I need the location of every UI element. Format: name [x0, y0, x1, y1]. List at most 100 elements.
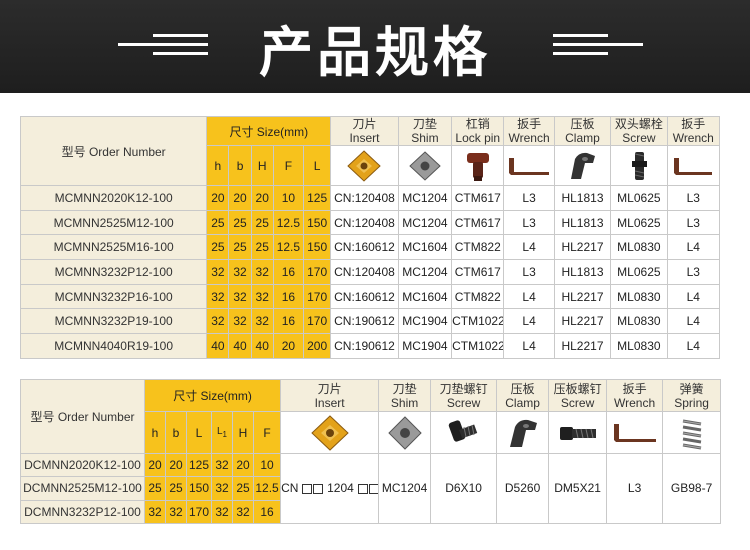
dim-label: b [228, 145, 252, 186]
shim-code: MC1904 [397, 333, 453, 359]
insert-icon [280, 411, 380, 454]
model-code: DCMNN2020K12-100 [20, 452, 145, 478]
wrench-code: L4 [666, 308, 721, 335]
table-row: MCMNN3232P12-100 32 32 32 16 170 CN:120408 MC12… [19, 259, 721, 285]
part-header: 压板螺钉 Screw [548, 379, 608, 412]
wrench-code: L4 [666, 333, 721, 359]
part-cn: 压板螺钉 [553, 381, 602, 396]
part-cn: 刀片 [317, 381, 342, 396]
part-en: Screw [446, 395, 481, 410]
part-header: 双头螺栓 Screw [610, 116, 668, 146]
part-cn: 压板 [510, 381, 535, 396]
shim-code: MC1204 [378, 453, 432, 524]
dim-value: 32 [211, 452, 233, 478]
part-en: Lock pin [455, 131, 501, 145]
insert-mid: 1204 [327, 481, 354, 496]
dim-label: L [186, 411, 212, 454]
dim-value: 32 [206, 259, 230, 285]
clamp-screw-code: DM5X21 [548, 453, 608, 524]
title-banner: 产品规格 [0, 0, 750, 93]
lock-pin-code: CTM822 [451, 234, 505, 261]
clamp-code: HL2217 [553, 333, 612, 359]
dim-value: 200 [302, 333, 332, 359]
part-cn: 压板 [570, 117, 595, 132]
size-header: 尺寸 Size(mm) [143, 379, 282, 412]
part-header: 弹簧 Spring [662, 379, 722, 412]
dim-value: 20 [272, 333, 304, 359]
screw-code: ML0625 [610, 209, 668, 236]
part-en: Insert [314, 395, 345, 410]
dim-value: 25 [250, 209, 274, 236]
wrench-code: L3 [666, 209, 721, 236]
model-code: MCMNN2020K12-100 [19, 185, 208, 211]
dim-value: 20 [250, 185, 274, 211]
table-row: MCMNN2020K12-100 20 20 20 10 125 CN:120408 MC12… [19, 185, 721, 211]
dim-value: 20 [144, 452, 166, 478]
dim-label: F [252, 411, 282, 454]
dim-label: F [272, 145, 304, 186]
dim-value: 32 [250, 259, 274, 285]
insert-code: CN:120408 [330, 209, 399, 236]
dim-value: 16 [272, 283, 304, 310]
dim-value: 32 [206, 308, 230, 335]
dim-value: 20 [165, 452, 187, 478]
screw-code: ML0625 [610, 259, 668, 285]
part-en: Clamp [565, 131, 600, 145]
model-code: MCMNN3232P16-100 [19, 283, 208, 310]
part-cn: 刀垫 [392, 381, 417, 396]
table-row: MCMNN4040R19-100 40 40 40 20 200 CN:190612 MC19… [19, 333, 721, 359]
part-cn: 扳手 [517, 117, 542, 132]
screw-code: ML0830 [610, 283, 668, 310]
wrench-code: L3 [606, 453, 664, 524]
shim-code: MC1904 [397, 308, 453, 335]
screw-code: ML0830 [610, 333, 668, 359]
dim-value: 10 [252, 452, 282, 478]
part-header: 压板 Clamp [496, 379, 550, 412]
model-code: DCMNN2525M12-100 [20, 476, 145, 501]
insert-prefix: CN [281, 481, 299, 496]
dim-value: 32 [206, 283, 230, 310]
part-cn: 刀垫 [412, 117, 437, 132]
part-cn: 扳手 [622, 381, 647, 396]
dim-value: 12.5 [272, 209, 304, 236]
clamp-icon [553, 145, 612, 186]
table-row: DCMNN2020K12-100 20 20 125 32 20 10 CN 1204 MC1… [20, 452, 722, 524]
shim-screw-code: D6X10 [430, 453, 498, 524]
wrench-code: L3 [666, 185, 721, 211]
double-screw-icon [610, 145, 668, 186]
wrench-code: L4 [503, 308, 555, 335]
dim-value: 32 [211, 476, 233, 501]
dim-value: 10 [272, 185, 304, 211]
dim-value: 150 [302, 209, 332, 236]
part-header: 压板 Clamp [553, 116, 612, 146]
dim-value: 16 [252, 499, 282, 524]
model-header: 型号 Order Number [19, 116, 208, 186]
dim-value: 32 [228, 283, 252, 310]
dim-value: 12.5 [252, 476, 282, 501]
part-header: 杠销 Lock pin [451, 116, 505, 146]
dim-value: 20 [206, 185, 230, 211]
part-en: Shim [411, 131, 439, 145]
dim-value: 150 [186, 476, 212, 501]
dim-value: 32 [228, 259, 252, 285]
dim-value: 170 [186, 499, 212, 524]
dim-value: 170 [302, 259, 332, 285]
part-cn: 扳手 [681, 117, 706, 132]
dim-label: h [206, 145, 230, 186]
lock-pin-code: CTM617 [451, 185, 505, 211]
table-row: MCMNN2525M16-100 25 25 25 12.5 150 CN:160612 MC… [19, 234, 721, 261]
insert-code: CN:160612 [330, 283, 399, 310]
lock-pin-code: CTM617 [451, 259, 505, 285]
part-cn: 弹簧 [679, 381, 704, 396]
model-code: DCMNN3232P12-100 [20, 499, 145, 524]
lock-pin-code: CTM1022 [451, 333, 505, 359]
dim-label: H [250, 145, 274, 186]
wrench-icon [666, 145, 721, 186]
clamp-code: HL1813 [553, 185, 612, 211]
part-en: Insert [349, 131, 380, 145]
part-en: Wrench [672, 131, 714, 145]
insert-code: CN 1204 [280, 453, 380, 524]
wrench-code: L4 [503, 333, 555, 359]
lock-pin-icon [451, 145, 505, 186]
spec-table-dcmnn: 型号 Order Number 尺寸 Size(mm) 刀片 Insert 刀垫 S… [20, 379, 722, 524]
